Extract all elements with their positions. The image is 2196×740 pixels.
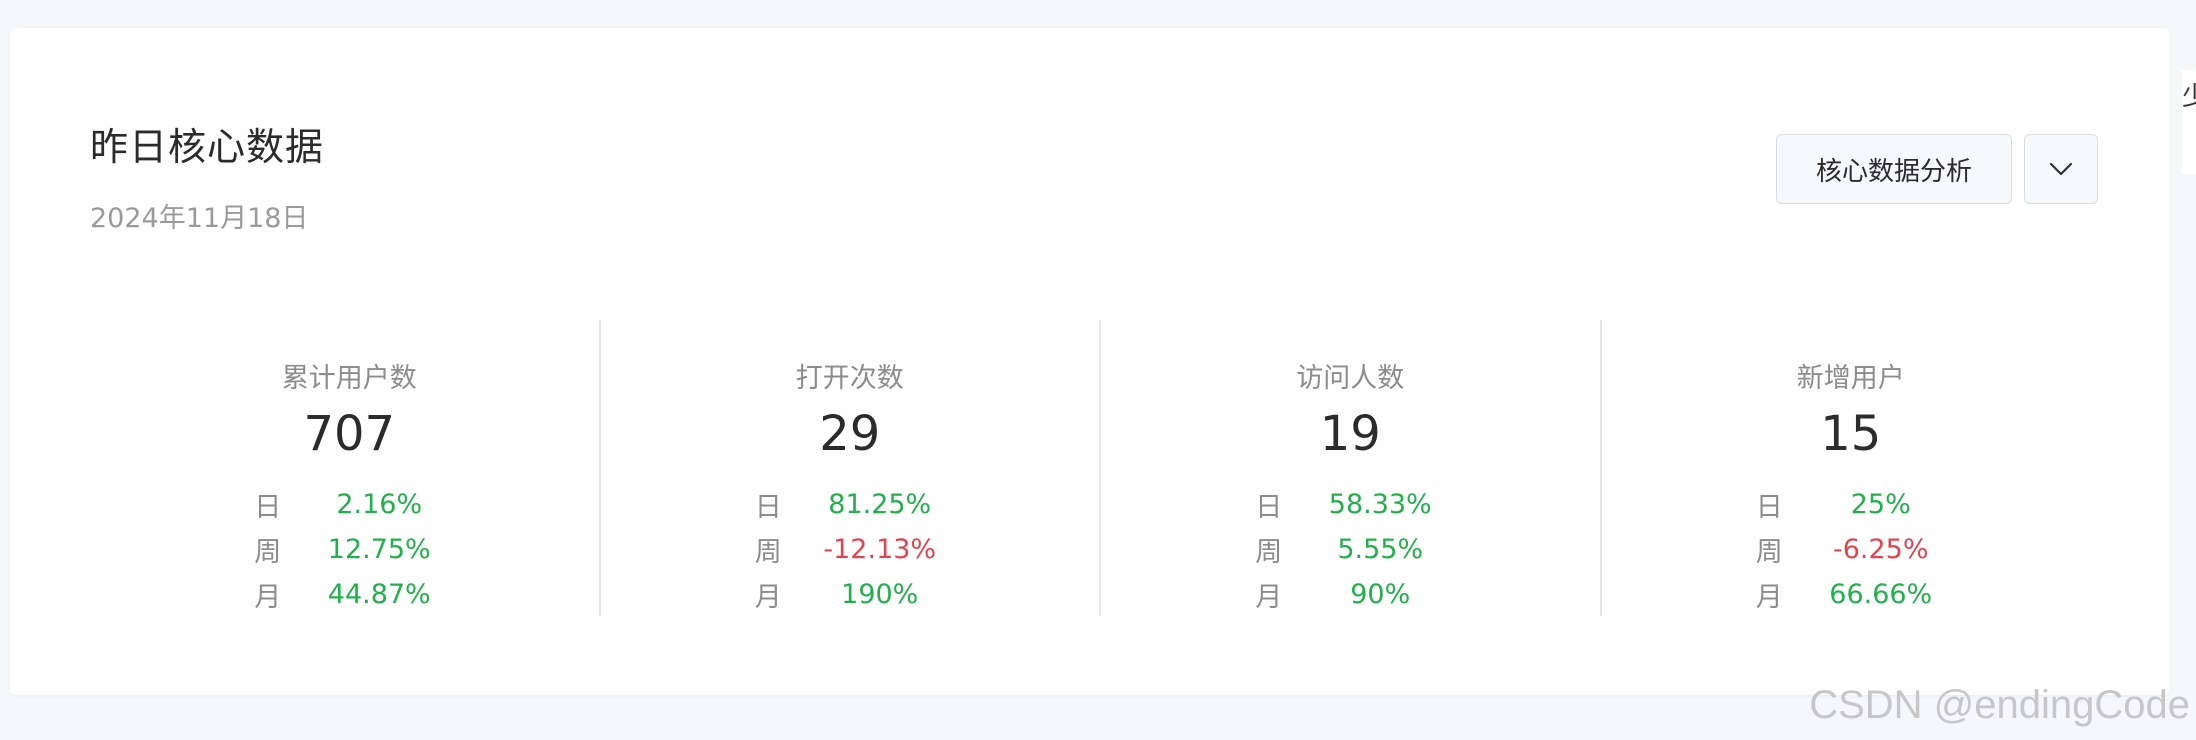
change-value: 66.66%	[1829, 579, 1933, 610]
change-row-week: 周 12.75%	[254, 527, 444, 572]
watermark: CSDN @endingCode	[1809, 683, 2190, 727]
metric-value: 19	[1319, 406, 1381, 462]
metric-label: 打开次数	[795, 363, 904, 394]
change-value: -6.25%	[1832, 534, 1929, 565]
page-title: 昨日核心数据	[90, 125, 325, 169]
period-label: 月	[754, 582, 782, 613]
change-value: 12.75%	[327, 534, 431, 565]
change-value: 25%	[1850, 489, 1911, 520]
change-row-week: 周 5.55%	[1255, 527, 1445, 572]
metrics-grid: 累计用户数 707 日 2.16% 周 12.75% 月 44.87% 打开次数…	[100, 320, 2100, 616]
change-value: 44.87%	[327, 579, 431, 610]
change-row-day: 日 2.16%	[254, 482, 444, 527]
metric-change-list: 日 58.33% 周 5.55% 月 90%	[1101, 482, 1600, 617]
dropdown-button[interactable]	[2024, 134, 2098, 204]
change-row-week: 周 -6.25%	[1756, 527, 1946, 572]
period-label: 日	[1255, 492, 1283, 523]
metric-visitors: 访问人数 19 日 58.33% 周 5.55% 月 90%	[1099, 320, 1600, 616]
metric-total-users: 累计用户数 707 日 2.16% 周 12.75% 月 44.87%	[100, 320, 599, 616]
core-data-analysis-button[interactable]: 核心数据分析	[1776, 134, 2012, 204]
metric-label: 访问人数	[1296, 363, 1405, 394]
period-label: 周	[1755, 537, 1783, 568]
change-value: 5.55%	[1337, 534, 1424, 565]
metric-value: 707	[303, 406, 396, 462]
metric-value: 29	[819, 406, 881, 462]
period-label: 日	[254, 492, 282, 523]
change-value: 90%	[1350, 579, 1411, 610]
change-row-month: 月 90%	[1255, 572, 1445, 617]
change-value: 190%	[841, 579, 919, 610]
period-label: 周	[254, 537, 282, 568]
period-label: 月	[254, 582, 282, 613]
metric-change-list: 日 81.25% 周 -12.13% 月 190%	[601, 482, 1100, 617]
core-data-card: 昨日核心数据 2024年11月18日 核心数据分析 累计用户数 707 日 2.…	[10, 28, 2170, 695]
chevron-down-icon	[2048, 161, 2074, 177]
metric-open-count: 打开次数 29 日 81.25% 周 -12.13% 月 190%	[598, 320, 1100, 617]
change-value: 58.33%	[1328, 489, 1432, 520]
change-row-month: 月 190%	[755, 572, 945, 617]
change-row-month: 月 44.87%	[254, 572, 444, 617]
period-label: 日	[754, 492, 782, 523]
side-panel-peek: 少	[2182, 70, 2196, 174]
metric-change-list: 日 25% 周 -6.25% 月 66.66%	[1602, 482, 2101, 617]
change-value: -12.13%	[823, 534, 937, 565]
period-label: 月	[1755, 582, 1783, 613]
change-row-day: 日 25%	[1756, 482, 1946, 527]
metric-change-list: 日 2.16% 周 12.75% 月 44.87%	[100, 482, 599, 617]
date-label: 2024年11月18日	[90, 203, 309, 234]
change-value: 81.25%	[828, 489, 932, 520]
change-row-week: 周 -12.13%	[755, 527, 945, 572]
metric-label: 新增用户	[1796, 363, 1905, 394]
change-row-day: 日 81.25%	[755, 482, 945, 527]
metric-new-users: 新增用户 15 日 25% 周 -6.25% 月 66.66%	[1599, 320, 2101, 617]
period-label: 周	[1255, 537, 1283, 568]
change-row-day: 日 58.33%	[1255, 482, 1445, 527]
period-label: 日	[1755, 492, 1783, 523]
change-value: 2.16%	[336, 489, 423, 520]
header-actions: 核心数据分析	[1776, 134, 2098, 204]
period-label: 月	[1255, 582, 1283, 613]
change-row-month: 月 66.66%	[1756, 572, 1946, 617]
metric-label: 累计用户数	[281, 363, 417, 394]
metric-value: 15	[1820, 406, 1882, 462]
period-label: 周	[754, 537, 782, 568]
